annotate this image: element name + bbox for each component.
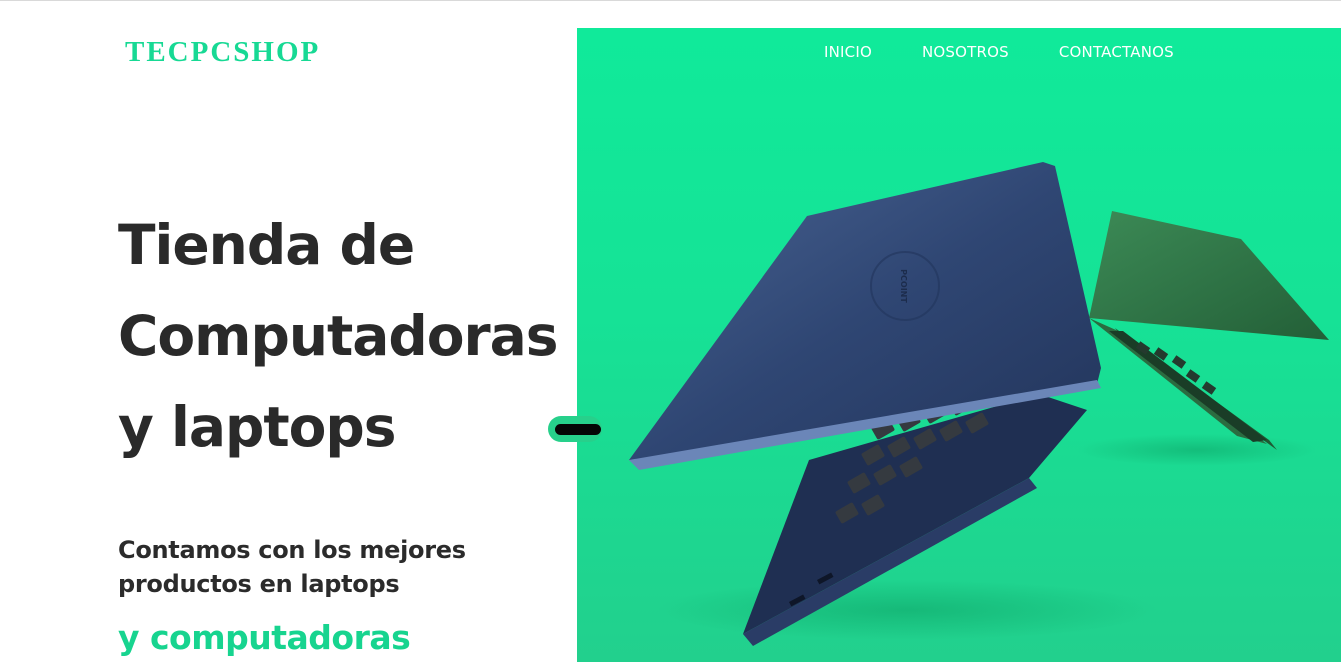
slider-toggle-knob bbox=[555, 424, 601, 435]
slider-toggle[interactable] bbox=[548, 416, 602, 442]
hero-subtitle-line: Contamos con los mejores bbox=[118, 536, 466, 564]
hero-title: Tienda de Computadoras y laptops bbox=[118, 200, 578, 473]
nav-link-inicio[interactable]: INICIO bbox=[824, 43, 872, 61]
site-logo[interactable]: TECPCSHOP bbox=[125, 36, 320, 69]
laptops-image: PCOINT bbox=[629, 162, 1329, 646]
laptop-lid-logo: PCOINT bbox=[899, 269, 908, 303]
nav-link-contactanos[interactable]: CONTACTANOS bbox=[1059, 43, 1174, 61]
hero-title-line: Tienda de bbox=[118, 213, 415, 277]
hero-title-line: Computadoras bbox=[118, 304, 559, 368]
nav-link-nosotros[interactable]: NOSOTROS bbox=[922, 43, 1009, 61]
main-nav: INICIO NOSOTROS CONTACTANOS bbox=[824, 43, 1174, 61]
hero-accent-text: y computadoras bbox=[118, 618, 411, 657]
hero-image-panel: PCOINT bbox=[577, 28, 1341, 662]
hero-title-line: y laptops bbox=[118, 395, 397, 459]
hero-subtitle: Contamos con los mejores productos en la… bbox=[118, 533, 538, 601]
hero-subtitle-line: productos en laptops bbox=[118, 570, 400, 598]
top-border bbox=[0, 0, 1341, 1]
